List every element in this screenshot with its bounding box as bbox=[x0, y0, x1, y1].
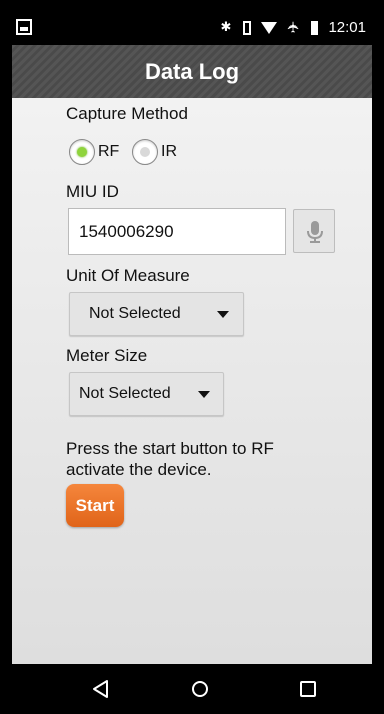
radio-ir[interactable]: IR bbox=[132, 138, 177, 166]
airplane-mode-icon bbox=[287, 21, 301, 35]
dropdown-arrow-icon bbox=[217, 311, 229, 318]
phone-screen: 12:01 Data Log Capture Method RF IR MIU … bbox=[12, 10, 372, 714]
meter-size-dropdown[interactable]: Not Selected bbox=[69, 372, 224, 416]
radio-rf[interactable]: RF bbox=[69, 138, 119, 166]
status-bar: 12:01 bbox=[12, 10, 372, 45]
voice-input-button[interactable] bbox=[293, 209, 335, 253]
home-icon bbox=[192, 681, 208, 697]
meter-size-label: Meter Size bbox=[66, 346, 148, 365]
status-time: 12:01 bbox=[328, 19, 366, 36]
recent-apps-button[interactable] bbox=[288, 664, 328, 714]
back-icon bbox=[93, 680, 108, 698]
radio-rf-label: RF bbox=[98, 143, 120, 160]
back-button[interactable] bbox=[80, 664, 120, 714]
navigation-bar bbox=[12, 664, 372, 714]
unit-of-measure-value: Not Selected bbox=[89, 305, 181, 322]
battery-icon bbox=[311, 20, 319, 35]
bluetooth-icon bbox=[219, 19, 233, 35]
capture-method-label: Capture Method bbox=[66, 104, 188, 123]
home-button[interactable] bbox=[180, 664, 220, 714]
unit-of-measure-dropdown[interactable]: Not Selected bbox=[69, 292, 244, 336]
unit-of-measure-label: Unit Of Measure bbox=[66, 266, 190, 285]
start-button[interactable]: Start bbox=[66, 484, 124, 527]
vibrate-icon bbox=[243, 20, 252, 35]
wifi-icon bbox=[261, 21, 278, 34]
miu-id-label: MIU ID bbox=[66, 182, 119, 201]
recent-apps-icon bbox=[300, 681, 316, 697]
meter-size-value: Not Selected bbox=[79, 385, 171, 402]
radio-ir-label: IR bbox=[161, 143, 177, 160]
notification-icon bbox=[16, 19, 32, 35]
dropdown-arrow-icon bbox=[198, 391, 210, 398]
radio-rf-circle[interactable] bbox=[69, 139, 95, 165]
app-bar-title: Data Log bbox=[12, 45, 372, 98]
instruction-text: Press the start button to RF activate th… bbox=[66, 439, 274, 479]
microphone-icon bbox=[307, 221, 323, 243]
miu-id-input[interactable]: 1540006290 bbox=[68, 208, 286, 255]
radio-ir-circle[interactable] bbox=[132, 139, 158, 165]
